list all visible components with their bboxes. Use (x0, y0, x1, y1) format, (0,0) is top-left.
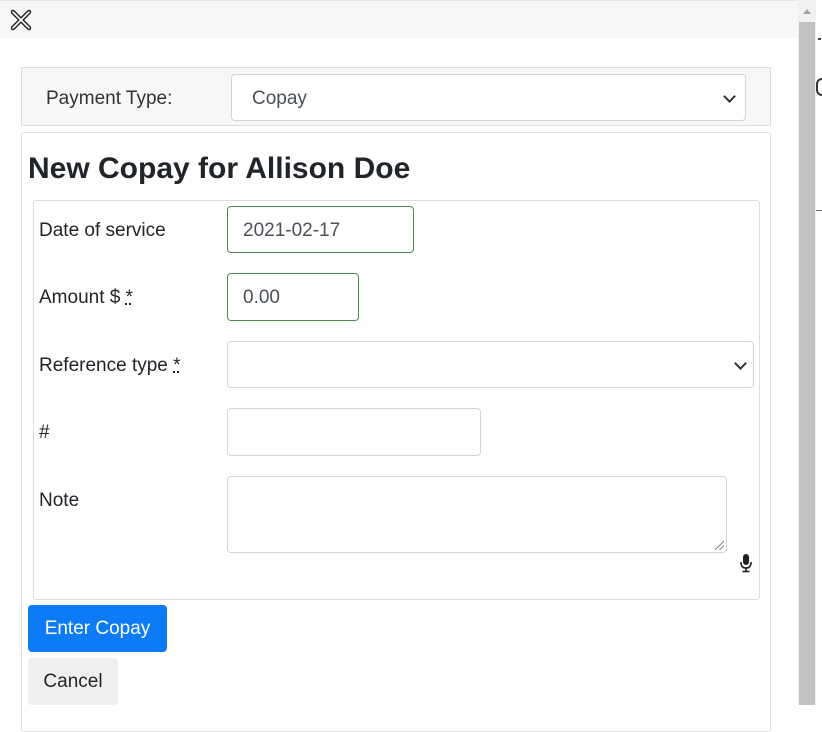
date-of-service-input[interactable]: 2021-02-17 (227, 206, 414, 253)
background-edge-mark (816, 210, 822, 211)
resize-handle-icon[interactable] (715, 541, 724, 550)
background-edge-mark (816, 78, 822, 96)
cancel-button[interactable]: Cancel (28, 658, 118, 705)
amount-label: Amount $ * (39, 287, 133, 309)
reference-number-input[interactable] (227, 408, 481, 456)
note-textarea[interactable] (227, 476, 727, 553)
amount-value: 0.00 (243, 287, 280, 308)
reference-type-select[interactable] (227, 341, 754, 388)
reference-type-label-text: Reference type (39, 355, 168, 376)
enter-copay-button[interactable]: Enter Copay (28, 605, 167, 652)
required-marker: * (173, 355, 181, 376)
scroll-up-arrow-icon[interactable] (803, 9, 811, 14)
dialog-header (0, 0, 798, 38)
reference-type-label: Reference type * (39, 355, 181, 377)
date-of-service-label: Date of service (39, 220, 166, 241)
number-label: # (39, 422, 50, 443)
note-label: Note (39, 490, 80, 511)
amount-input[interactable]: 0.00 (227, 273, 359, 321)
page-title: New Copay for Allison Doe (28, 152, 411, 185)
payment-type-label: Payment Type: (46, 88, 173, 109)
payment-type-selected-value: Copay (252, 88, 307, 109)
scrollbar-thumb[interactable] (799, 22, 815, 705)
background-edge-mark (818, 38, 821, 40)
amount-label-text: Amount $ (39, 287, 121, 308)
date-of-service-value: 2021-02-17 (243, 220, 341, 241)
microphone-icon[interactable] (739, 553, 753, 573)
payment-type-select[interactable]: Copay (231, 74, 746, 121)
background-page-edge (816, 0, 822, 705)
chevron-down-icon (723, 90, 736, 103)
chevron-down-icon (734, 357, 747, 370)
close-icon[interactable] (9, 8, 33, 32)
required-marker: * (125, 287, 134, 308)
